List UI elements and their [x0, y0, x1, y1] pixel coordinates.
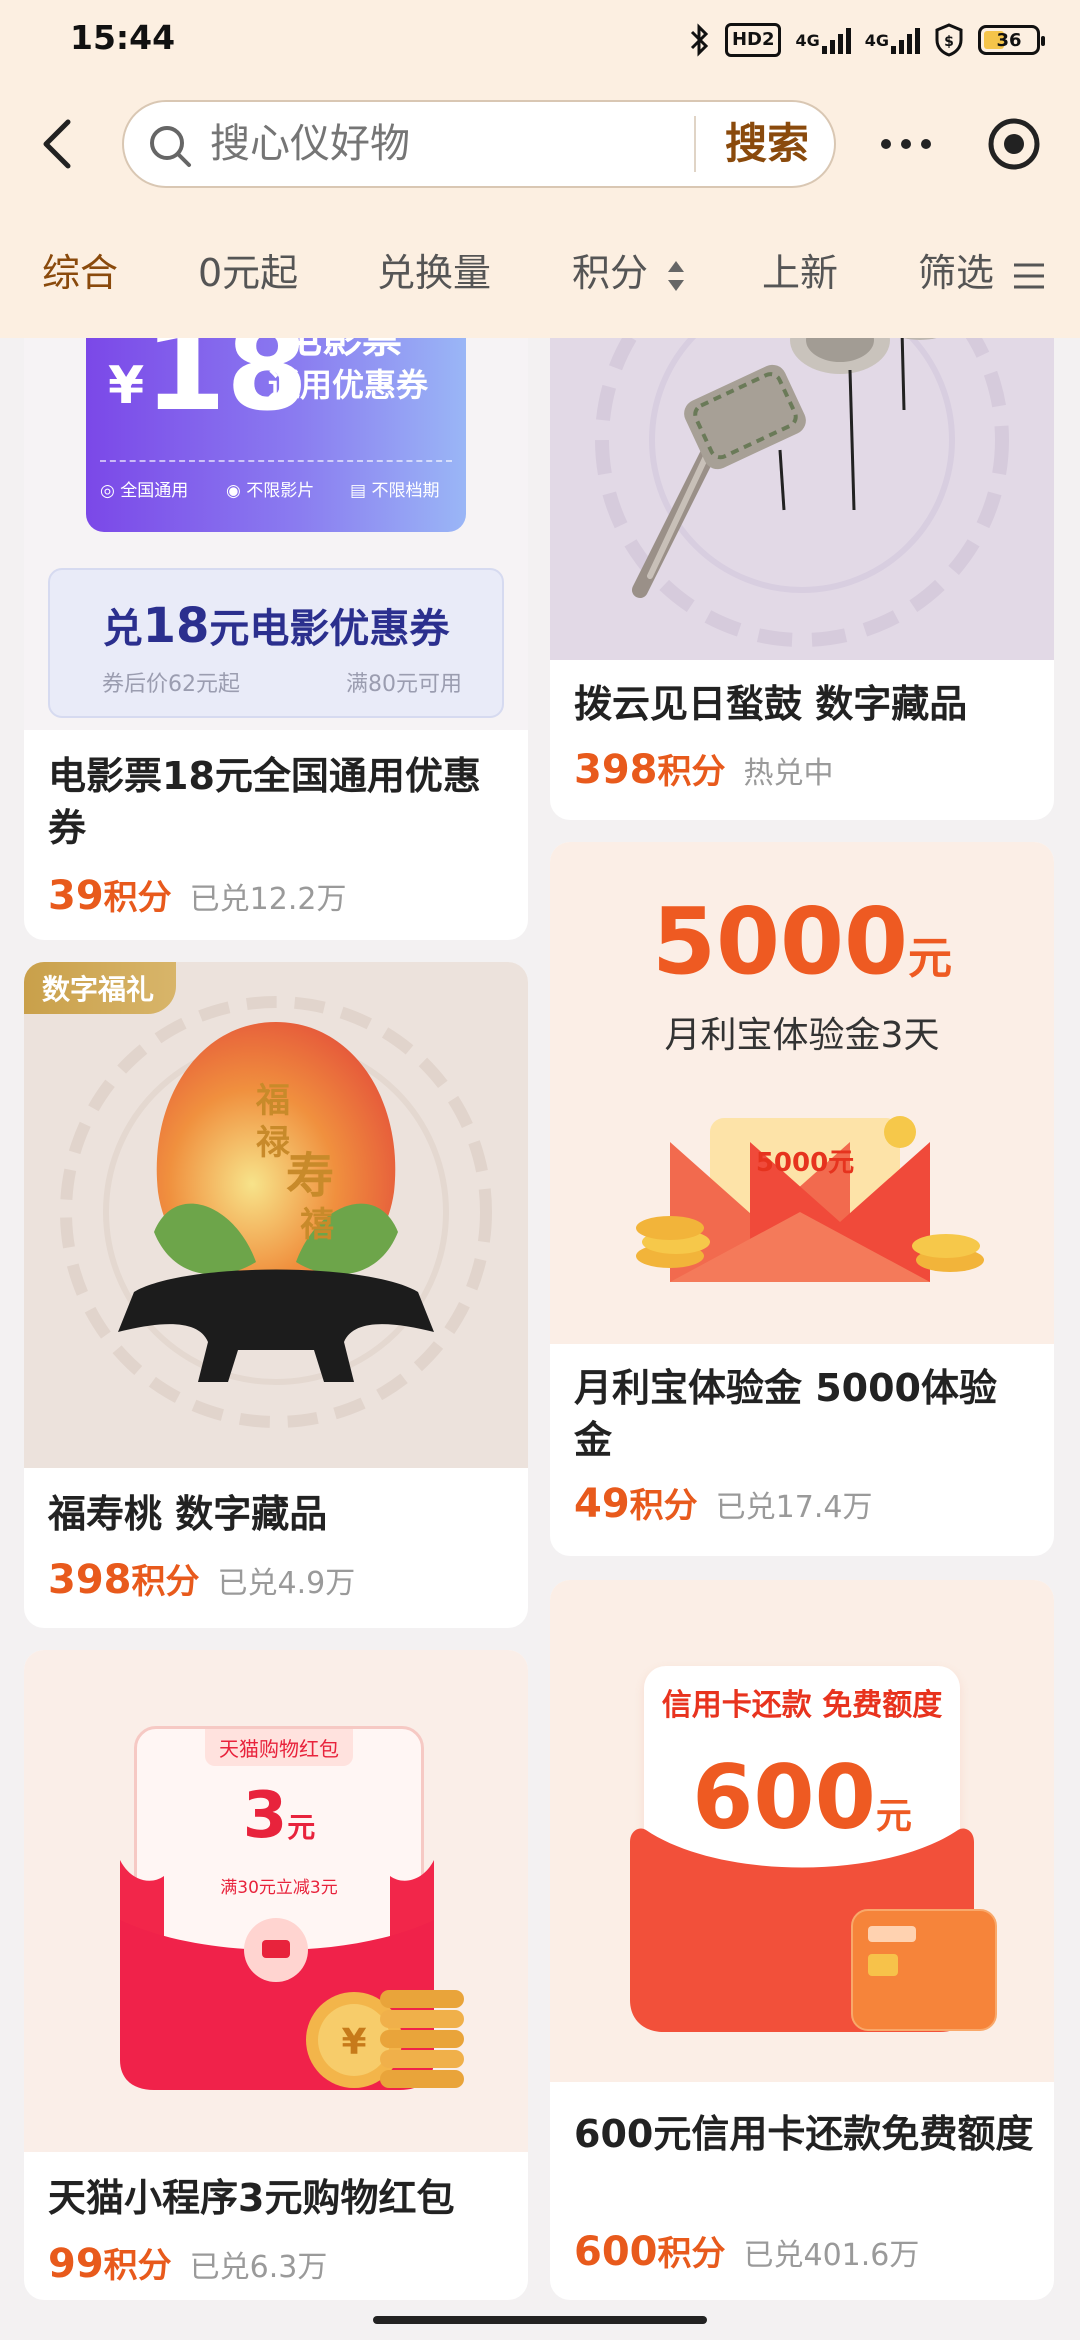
ticket-tag-1: ◎ 全国通用: [100, 481, 189, 501]
tab-points-label: 积分: [572, 251, 649, 295]
product-title: 月利宝体验金 5000体验金: [574, 1366, 997, 1462]
hd-icon: HD2: [724, 23, 782, 57]
product-title: 600元信用卡还款免费额度: [574, 2112, 1034, 2156]
search-bar[interactable]: 搜索: [122, 100, 836, 188]
product-title: 天猫小程序3元购物红包: [48, 2176, 455, 2220]
svg-text:¥: ¥: [341, 2022, 366, 2063]
shield-icon: $: [934, 23, 964, 57]
filter-lines-icon: [1014, 263, 1045, 288]
product-card-drum[interactable]: 拨云见日蝵鼓 数字藏品 398积分 热兑中: [550, 300, 1054, 820]
product-title: 电影票18元全国通用优惠券: [48, 754, 481, 850]
product-price: 49积分 已兑17.4万: [574, 1481, 873, 1527]
drum-image: [550, 300, 1054, 660]
product-price: 398积分 热兑中: [574, 747, 834, 793]
tab-new[interactable]: 上新: [762, 238, 838, 308]
search-divider: [694, 116, 696, 172]
ticket-tag-2: ◉ 不限影片: [226, 481, 315, 501]
tab-zero-start[interactable]: 0元起: [198, 238, 298, 308]
product-card-tmall[interactable]: 天猫购物红包 3元 满30元立减3元 ¥ 天猫小程序3元购物红包 99积分 已兑6…: [24, 1650, 528, 2300]
movie-coupon-image: ¥ 18 电影票 通用优惠券 ◎ 全国通用 ◉ 不限影片 ▤ 不限档期 兑18元…: [24, 300, 528, 730]
ticket-subtitle: 通用优惠券: [268, 366, 429, 404]
status-bar: 15:44 HD2 4G 4G $ 36: [0, 0, 1080, 80]
coupon-headline: 兑18元电影优惠券: [102, 598, 450, 654]
more-dots-icon: [881, 139, 931, 149]
target-icon: [988, 118, 1040, 170]
coupon-note-left: 券后价62元起: [102, 672, 240, 697]
product-price: 99积分 已兑6.3万: [48, 2241, 328, 2287]
product-sold: 已兑4.9万: [217, 1566, 356, 1601]
product-sold: 已兑12.2万: [189, 882, 347, 917]
movie-coupon-banner: 兑18元电影优惠券 券后价62元起 满80元可用: [48, 568, 504, 718]
search-button[interactable]: 搜索: [702, 102, 832, 186]
close-miniapp-button[interactable]: [984, 114, 1044, 174]
search-icon: [150, 126, 191, 167]
ticket-currency: ¥: [108, 356, 145, 416]
tmall-redpacket-image: 天猫购物红包 3元 满30元立减3元 ¥: [24, 1650, 528, 2152]
product-sold: 已兑401.6万: [743, 2238, 920, 2273]
more-button[interactable]: [876, 124, 936, 164]
battery-icon: 36: [978, 25, 1045, 55]
home-indicator[interactable]: [373, 2316, 707, 2324]
product-sold: 已兑17.4万: [715, 1490, 873, 1525]
credit-image: 信用卡还款 免费额度 600元: [550, 1580, 1054, 2082]
tab-comprehensive[interactable]: 综合: [42, 238, 118, 308]
digital-gift-badge: 数字福礼: [24, 962, 177, 1014]
tab-filter-label: 筛选: [918, 251, 995, 295]
coupon-note-right: 满80元可用: [346, 672, 462, 697]
signal-icon: 4G: [795, 23, 851, 57]
product-title: 拨云见日蝵鼓 数字藏品: [574, 682, 968, 726]
product-sold: 已兑6.3万: [189, 2250, 328, 2285]
svg-text:福: 福: [255, 1081, 290, 1121]
signal-icon-2: 4G: [865, 23, 920, 57]
tab-redeem-count[interactable]: 兑换量: [377, 238, 491, 308]
tab-filter[interactable]: 筛选: [918, 238, 1046, 308]
ticket-tag-3: ▤ 不限档期: [350, 481, 440, 501]
chevron-left-icon: [43, 119, 71, 169]
product-price: 600积分 已兑401.6万: [574, 2229, 920, 2275]
product-price: 398积分 已兑4.9万: [48, 1557, 356, 1603]
battery-level: 36: [996, 29, 1022, 51]
product-card-peach[interactable]: 数字福礼 福 禄 寿 禧 福寿桃 数字藏品 398积分 已兑4.9万: [24, 962, 528, 1628]
filter-tabs: 综合 0元起 兑换量 积分 上新 筛选: [0, 238, 1080, 308]
svg-text:禧: 禧: [300, 1205, 334, 1245]
svg-text:寿: 寿: [286, 1148, 334, 1204]
svg-text:$: $: [944, 34, 954, 50]
product-price: 39积分 已兑12.2万: [48, 873, 347, 919]
nav-row: 搜索: [0, 96, 1080, 192]
network-label: 4G: [795, 30, 820, 50]
search-input[interactable]: [210, 102, 570, 186]
yuelibao-image: 5000元 月利宝体验金3天 5000元: [550, 842, 1054, 1344]
bluetooth-icon: [689, 23, 711, 57]
product-card-yuelibao[interactable]: 5000元 月利宝体验金3天 5000元 月利宝体验金 5000体验金 49积分…: [550, 842, 1054, 1556]
top-header: 15:44 HD2 4G 4G $ 36 搜心仪好物 搜索 综合 0元起 兑换量…: [0, 0, 1080, 338]
product-card-movie[interactable]: ¥ 18 电影票 通用优惠券 ◎ 全国通用 ◉ 不限影片 ▤ 不限档期 兑18元…: [24, 300, 528, 940]
ticket-perforation: [100, 460, 452, 462]
envelope-label: 5000元: [755, 1148, 855, 1178]
status-time: 15:44: [70, 18, 176, 57]
product-title: 福寿桃 数字藏品: [48, 1492, 328, 1536]
status-icons: HD2 4G 4G $ 36: [689, 20, 1045, 60]
peach-image: 福 禄 寿 禧: [24, 962, 528, 1468]
network-label-2: 4G: [864, 30, 889, 50]
product-sold: 热兑中: [743, 756, 834, 791]
back-button[interactable]: [30, 114, 90, 174]
sort-icon: [668, 260, 685, 291]
tab-points[interactable]: 积分: [572, 238, 686, 308]
product-card-credit[interactable]: 信用卡还款 免费额度 600元 600元信用卡还款免费额度 600积分 已兑401…: [550, 1580, 1054, 2300]
